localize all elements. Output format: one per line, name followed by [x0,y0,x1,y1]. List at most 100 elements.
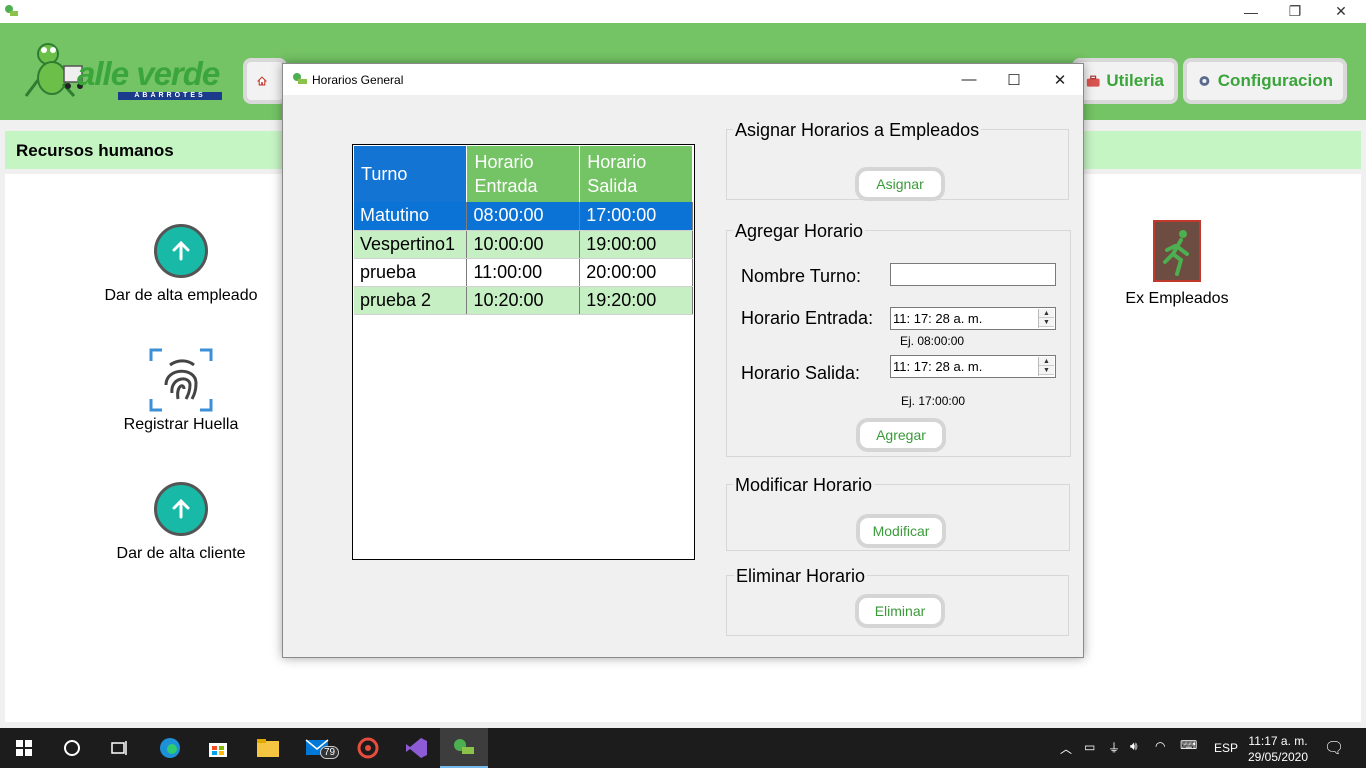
windows-icon [16,740,32,756]
agregar-group-title: Agregar Horario [733,221,866,242]
nav-configuracion-button[interactable]: Configuracion [1183,58,1347,104]
nav-configuracion-label: Configuracion [1217,71,1333,90]
table-row[interactable]: prueba 11:00:00 20:00:00 [354,258,693,287]
nombre-turno-input[interactable] [890,263,1056,286]
table-row[interactable]: Matutino 08:00:00 17:00:00 [354,202,693,231]
explorer-button[interactable] [244,728,292,768]
store-button[interactable] [194,728,242,768]
visual-studio-button[interactable] [392,728,440,768]
store-icon [209,743,227,757]
modificar-button[interactable]: Modificar [856,514,946,548]
wifi-icon[interactable]: ◠ [1155,739,1165,753]
horario-entrada-picker[interactable]: 11: 17: 28 a. m. ▲ ▼ [890,307,1056,330]
registrar-huella-label: Registrar Huella [123,416,239,433]
nav-home-button[interactable] [243,58,287,104]
upload-arrow-icon [154,482,208,536]
cell-turno: Matutino [354,202,468,231]
ex-empleados-item[interactable]: Ex Empleados [1087,220,1267,308]
keyboard-icon[interactable]: ⌨ [1180,738,1197,752]
nav-utileria-button[interactable]: Utileria [1072,58,1178,104]
nav-utileria-label: Utileria [1106,71,1164,90]
cell-salida: 20:00:00 [579,258,693,287]
gear-icon [1199,76,1210,86]
table-row[interactable]: prueba 2 10:20:00 19:20:00 [354,286,693,315]
taskbar-clock[interactable]: 11:17 a. m. 29/05/2020 [1246,733,1310,765]
language-indicator[interactable]: ESP [1214,741,1238,755]
horario-salida-label: Horario Salida: [741,363,861,383]
modificar-group-title: Modificar Horario [733,475,875,496]
cell-turno: Vespertino1 [354,230,468,259]
eliminar-group-title: Eliminar Horario [734,566,868,587]
start-button[interactable] [0,728,48,768]
exit-door-icon [1153,220,1201,282]
alta-cliente-label: Dar de alta cliente [116,545,246,562]
alta-empleado-item[interactable]: Dar de alta empleado [91,224,271,305]
cell-turno: prueba [354,258,468,287]
home-icon [257,76,267,86]
spin-down-icon[interactable]: ▼ [1039,318,1054,327]
logo-brand-text: alle verde [77,55,220,92]
task-view-button[interactable] [96,728,144,768]
restore-button[interactable]: ❐ [1272,0,1318,23]
cell-salida: 19:00:00 [579,230,693,259]
valle-verde-taskbar-button[interactable] [440,728,488,768]
alta-cliente-item[interactable]: Dar de alta cliente [91,482,271,563]
volume-icon[interactable]: 🔊︎ [1130,739,1138,754]
horario-salida-picker[interactable]: 11: 17: 28 a. m. ▲ ▼ [890,355,1056,378]
salida-spinner[interactable]: ▲ ▼ [1038,357,1054,376]
app-frog-icon [5,5,18,16]
visual-studio-icon [406,738,427,758]
search-button[interactable] [48,728,96,768]
usb-icon[interactable]: ⏚ [1108,739,1120,756]
cell-entrada: 10:20:00 [466,286,581,315]
notifications-icon[interactable]: 🗨︎ [1324,738,1344,758]
clock-time: 11:17 a. m. [1248,734,1308,748]
spin-up-icon[interactable]: ▲ [1039,357,1054,366]
horario-entrada-label: Horario Entrada: [741,308,874,328]
upload-arrow-icon [154,224,208,278]
cortana-circle-icon [64,740,80,756]
dialog-minimize-button[interactable]: — [946,64,992,95]
agregar-button[interactable]: Agregar [856,418,946,452]
header-entrada-line1: Horario [474,152,534,172]
fingerprint-icon [149,348,213,412]
battery-icon[interactable]: ▭ [1084,740,1095,754]
entrada-spinner[interactable]: ▲ ▼ [1038,309,1054,328]
spin-down-icon[interactable]: ▼ [1039,366,1054,375]
horario-salida-value: 11: 17: 28 a. m. [893,359,983,374]
task-view-icon [111,741,127,755]
horarios-grid[interactable]: Turno Horario Entrada Horario Salida Matut… [352,144,695,560]
horarios-dialog: Horarios General — ☐ ✕ Turno Horario Entr… [282,63,1084,658]
eliminar-button[interactable]: Eliminar [855,594,945,628]
alta-empleado-label: Dar de alta empleado [104,287,258,304]
cell-entrada: 10:00:00 [466,230,581,259]
cell-salida: 19:20:00 [579,286,693,315]
taskbar: 79 ︿ ▭ ⏚ 🔊︎ ◠ ⌨ ESP 🗨︎ [0,728,1366,768]
registrar-huella-item[interactable]: Registrar Huella [91,347,271,434]
folder-icon [257,739,279,757]
header-salida[interactable]: Horario Salida [579,146,693,202]
dialog-title: Horarios General [312,73,404,87]
mail-button[interactable]: 79 [294,728,342,768]
dialog-maximize-button[interactable]: ☐ [991,64,1037,95]
tray-chevron-icon[interactable]: ︿ [1060,740,1072,757]
main-title-bar: — ❐ ✕ [0,0,1366,23]
edge-button[interactable] [146,728,194,768]
salida-hint: Ej. 17:00:00 [901,394,966,408]
header-turno[interactable]: Turno [354,146,468,202]
app-red-button[interactable] [344,728,392,768]
close-button[interactable]: ✕ [1318,0,1364,23]
header-salida-line2: Salida [587,176,638,196]
asignar-group-title: Asignar Horarios a Empleados [733,120,982,141]
dialog-title-bar: Horarios General — ☐ ✕ [283,64,1083,95]
nombre-turno-label: Nombre Turno: [741,266,862,286]
dialog-close-button[interactable]: ✕ [1037,64,1083,95]
header-entrada[interactable]: Horario Entrada [466,146,581,202]
app-frog-icon [293,73,307,84]
asignar-button[interactable]: Asignar [855,167,945,201]
cell-turno: prueba 2 [354,286,468,315]
spin-up-icon[interactable]: ▲ [1039,309,1054,318]
app-frog-icon [454,739,474,754]
table-row[interactable]: Vespertino1 10:00:00 19:00:00 [354,230,693,259]
minimize-button[interactable]: — [1228,0,1274,23]
